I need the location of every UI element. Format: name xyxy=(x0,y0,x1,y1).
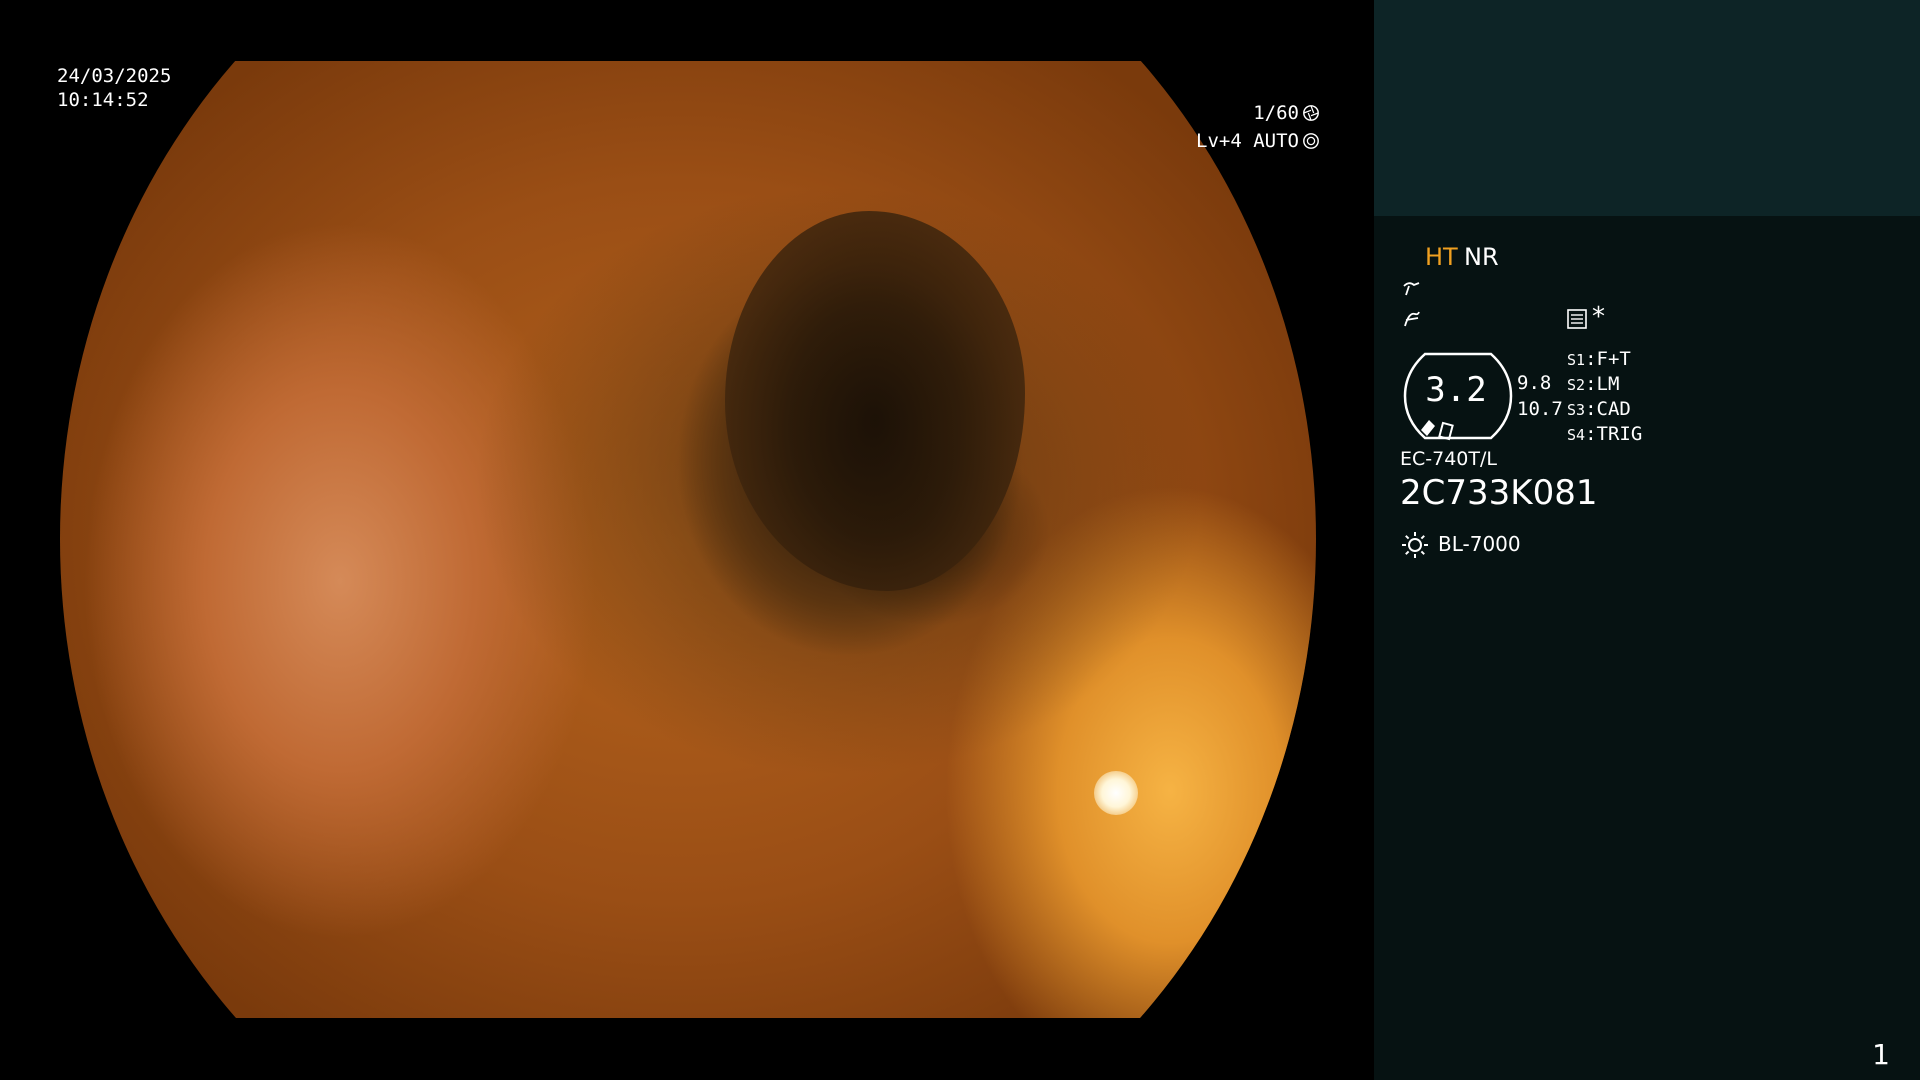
switch-label: LM xyxy=(1596,373,1620,395)
iris-icon xyxy=(1303,133,1319,149)
time-label: 10:14:52 xyxy=(57,89,149,111)
switch-s3: S3:CAD xyxy=(1567,398,1631,420)
record-icon xyxy=(1567,309,1587,329)
enhancement-icon xyxy=(1403,282,1420,296)
structure-icon xyxy=(1404,311,1420,327)
light-source-icon xyxy=(1402,532,1428,558)
colon-lumen xyxy=(725,211,1025,591)
exposure-label: Lv+4 AUTO xyxy=(1196,130,1299,152)
endoscope-video: 24/03/2025 10:14:52 1/60 Lv+4 AUTO xyxy=(0,0,1374,1080)
switch-label: TRIG xyxy=(1596,423,1643,445)
scope-serial: 2C733K081 xyxy=(1400,473,1598,513)
camera-settings: 1/60 Lv+4 AUTO xyxy=(1196,99,1320,155)
switch-s4: S4:TRIG xyxy=(1567,423,1643,445)
switch-label: F+T xyxy=(1596,348,1631,370)
light-source-label: BL-7000 xyxy=(1438,532,1521,556)
scope-model: EC-740T/L xyxy=(1400,448,1497,470)
switch-key: S1 xyxy=(1567,351,1586,369)
light-reflection xyxy=(1094,771,1138,815)
switch-key: S4 xyxy=(1567,426,1586,444)
panel-header xyxy=(1374,0,1920,216)
endoscopic-image xyxy=(60,61,1316,1018)
zoom-value: 3.2 xyxy=(1425,370,1487,410)
star-indicator: * xyxy=(1592,302,1605,332)
timestamp: 24/03/2025 10:14:52 xyxy=(57,64,171,112)
mode-ht: HT xyxy=(1425,243,1458,271)
switch-key: S3 xyxy=(1567,401,1586,419)
status-panel: HT NR * 3.2 9.8 10.7 S1:F+T S2:LM S3:CAD… xyxy=(1374,216,1920,1080)
shutter-icon xyxy=(1303,105,1319,121)
shutter-label: 1/60 xyxy=(1253,102,1299,124)
switch-label: CAD xyxy=(1596,398,1631,420)
switch-s1: S1:F+T xyxy=(1567,348,1631,370)
switch-key: S2 xyxy=(1567,376,1586,394)
zoom-upper: 9.8 xyxy=(1517,372,1552,394)
mode-nr: NR xyxy=(1464,243,1499,271)
date-label: 24/03/2025 xyxy=(57,65,172,87)
page-number: 1 xyxy=(1872,1038,1890,1071)
switch-s2: S2:LM xyxy=(1567,373,1620,395)
zoom-lower: 10.7 xyxy=(1517,398,1563,420)
